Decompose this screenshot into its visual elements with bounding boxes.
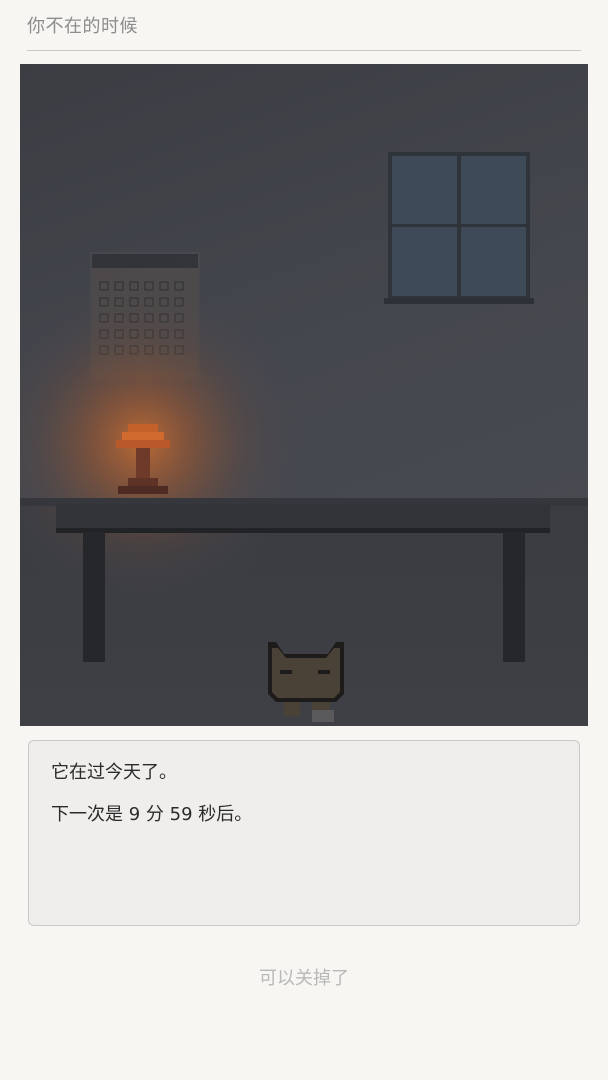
- dialog-line-countdown: 下一次是 9 分 59 秒后。: [51, 804, 253, 825]
- page-title: 你不在的时候: [27, 16, 138, 37]
- page: 你不在的时候 它在过今天了。 下一次是 9 分 59 秒后。 可以关掉了: [0, 0, 608, 1080]
- close-button[interactable]: 可以关掉了: [0, 964, 608, 990]
- title-divider: [27, 50, 581, 51]
- room-illustration: [20, 152, 588, 726]
- dialog-line-status: 它在过今天了。: [51, 762, 177, 783]
- room-scene: [20, 64, 588, 726]
- dialog-box: 它在过今天了。 下一次是 9 分 59 秒后。: [28, 740, 580, 926]
- window: [384, 152, 534, 304]
